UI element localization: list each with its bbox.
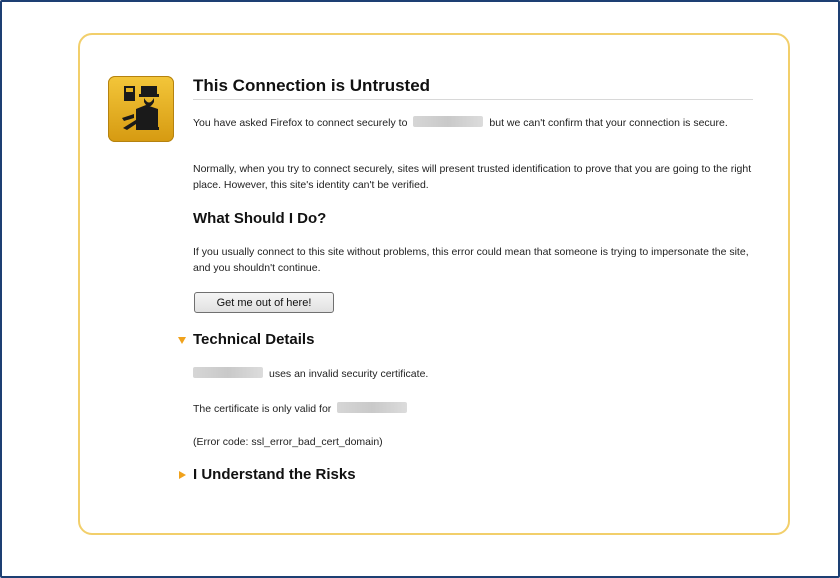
normal-paragraph: Normally, when you try to connect secure… [193,163,752,191]
redacted-domain [337,402,408,413]
intro-paragraph: You have asked Firefox to connect secure… [193,115,753,131]
tech-line-1-suffix: uses an invalid security certificate. [269,368,429,380]
tech-line-1: uses an invalid security certificate. [193,367,428,380]
redacted-hostname [193,367,263,378]
intro-prefix: You have asked Firefox to connect secure… [193,117,408,129]
what-paragraph: If you usually connect to this site with… [193,246,749,274]
title-divider [193,99,753,100]
triangle-down-icon[interactable] [178,337,186,344]
tech-line-2: The certificate is only valid for [193,402,413,415]
technical-details-heading[interactable]: Technical Details [193,331,314,348]
what-heading: What Should I Do? [193,210,327,227]
understand-risks-heading[interactable]: I Understand the Risks [193,466,356,483]
error-panel [78,33,790,535]
error-code: (Error code: ssl_error_bad_cert_domain) [193,436,383,448]
page-title: This Connection is Untrusted [193,76,431,95]
intro-suffix: but we can't confirm that your connectio… [489,117,728,129]
get-me-out-button[interactable]: Get me out of here! [194,292,334,313]
redacted-hostname [413,116,484,127]
tech-line-2-prefix: The certificate is only valid for [193,403,332,415]
security-guard-icon [108,76,174,142]
triangle-right-icon[interactable] [179,471,186,479]
